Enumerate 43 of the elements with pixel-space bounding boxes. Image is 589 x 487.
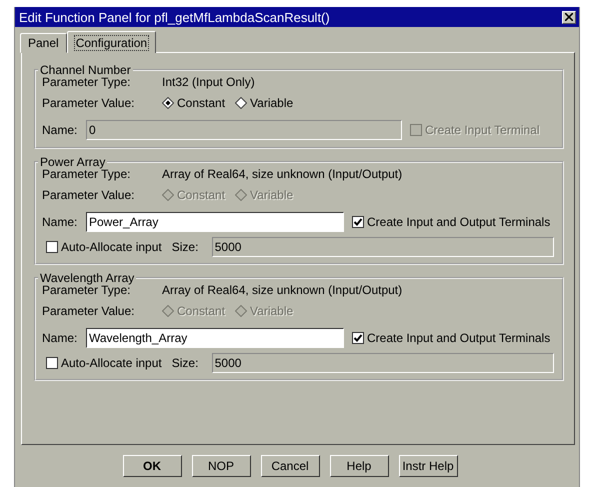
checkbox[interactable] <box>46 357 58 369</box>
parameter-type-text: Int32 (Input Only) <box>162 75 255 89</box>
parameter-value-label: Parameter Value: <box>42 96 136 110</box>
size-label: Size: <box>172 356 200 370</box>
checkbox-label[interactable]: Create Input and Output Terminals <box>367 331 550 345</box>
parameter-type-text: Array of Real64, size unknown (Input/Output) <box>162 283 402 297</box>
parameter-type-label: Parameter Type: <box>42 167 132 181</box>
group-title: Channel Number <box>39 63 132 77</box>
dialog-button[interactable]: OK <box>122 455 182 477</box>
name-label: Name: <box>42 123 78 137</box>
checkbox[interactable] <box>46 241 58 253</box>
radio-label[interactable]: Constant <box>177 96 226 110</box>
checkbox[interactable] <box>352 216 364 228</box>
size-field: 5000 <box>212 353 554 373</box>
radio-label[interactable]: Variable <box>250 96 294 110</box>
dialog-button[interactable]: Help <box>330 455 388 477</box>
name-field[interactable]: Power_Array <box>86 212 344 232</box>
size-label: Size: <box>172 240 200 254</box>
size-field: 5000 <box>212 237 554 257</box>
dialog-button[interactable]: Instr Help <box>398 455 458 477</box>
parameter-type-text: Array of Real64, size unknown (Input/Output) <box>162 167 402 181</box>
parameter-value-label: Parameter Value: <box>42 304 136 318</box>
checkbox[interactable] <box>352 332 364 344</box>
tab[interactable]: Configuration <box>66 31 156 53</box>
parameter-type-label: Parameter Type: <box>42 75 132 89</box>
parameter-type-label: Parameter Type: <box>42 283 130 297</box>
parameter-value-label: Parameter Value: <box>42 188 136 202</box>
dialog-button[interactable]: NOP <box>192 455 250 477</box>
group-title: Wavelength Array <box>39 271 136 285</box>
window-title: Edit Function Panel for pfl_getMfLambdaScanResult() <box>19 10 330 24</box>
dialog-button[interactable]: Cancel <box>260 455 320 477</box>
checkbox-label[interactable]: Auto-Allocate input <box>61 240 162 254</box>
checkbox-label[interactable]: Create Input and Output Terminals <box>367 215 550 229</box>
name-label: Name: <box>42 331 78 345</box>
checkbox-label[interactable]: Auto-Allocate input <box>61 356 162 370</box>
radio-button[interactable] <box>162 97 174 109</box>
close-icon <box>565 13 573 21</box>
tab[interactable]: Panel <box>20 33 67 53</box>
name-field[interactable]: Wavelength_Array <box>86 328 344 348</box>
name-label: Name: <box>42 215 78 229</box>
close-button[interactable] <box>562 10 576 24</box>
group-title: Power Array <box>39 155 106 169</box>
radio-button[interactable] <box>235 97 248 109</box>
